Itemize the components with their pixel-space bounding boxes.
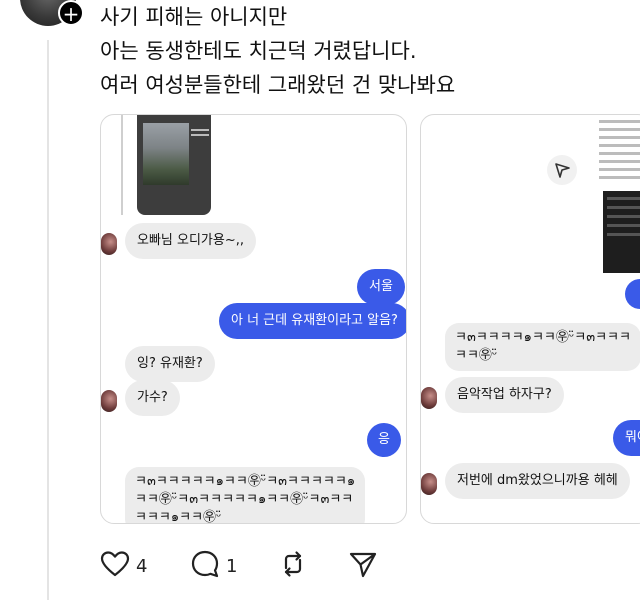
message-bubble-in: 저번에 dm왔었으니까용 헤헤	[445, 463, 630, 499]
message-bubble-out: 응	[367, 423, 401, 457]
like-count: 4	[136, 555, 148, 577]
message-bubble-in: 음악작업 하자구?	[445, 377, 564, 413]
comment-button[interactable]: 1	[190, 550, 237, 582]
message-bubble-in: 잉? 유재환?	[125, 346, 215, 382]
shared-image-preview	[603, 191, 640, 273]
message-line: ㅋ๓ㅋㅋㅋㅋ๑ㅋㅋ㉾ᵕ̈ㅋ๓ㅋㅋㅋ	[455, 330, 631, 345]
shared-post-preview	[599, 115, 640, 195]
message-bubble-out: 뭐여	[613, 420, 640, 456]
heart-icon	[100, 550, 130, 582]
share-button[interactable]	[348, 550, 378, 582]
message-bubble-in: ㅋ๓ㅋㅋㅋㅋㅋ๑ㅋㅋ㉾ᵕ̈ㅋ๓ㅋㅋㅋㅋㅋ๑ ㅋㅋ㉾ᵕ̈ㅋ๓ㅋㅋㅋㅋㅋ๑ㅋㅋ㉾ᵕ̈…	[125, 467, 366, 524]
sender-avatar	[421, 473, 437, 495]
comment-count: 1	[226, 555, 238, 577]
message-line: ㅋㅋㅋ๑ㅋㅋ㉾ᵕ̈	[135, 510, 222, 524]
message-line: ㅋㅋ㉾ᵕ̈	[455, 348, 498, 363]
follow-plus-icon[interactable]: +	[58, 0, 84, 26]
sender-avatar	[101, 390, 117, 412]
message-bubble-in: 오빠님 오디가용~,,	[125, 223, 257, 259]
repost-icon	[278, 549, 308, 583]
attached-image-1[interactable]: 오빠님 오디가용~,, 서울 아 너 근데 유재환이라고 알음? 잉? 유재환?…	[100, 114, 407, 524]
message-bubble-out: 아 너 근데 유재환이라고 알음?	[219, 303, 406, 339]
send-icon	[547, 155, 577, 185]
post-line: 여러 여성분들한테 그래왔던 건 맞나봐요	[100, 73, 456, 97]
sender-avatar	[101, 233, 117, 255]
message-bubble-in: ㅋ๓ㅋㅋㅋㅋ๑ㅋㅋ㉾ᵕ̈ㅋ๓ㅋㅋㅋ ㅋㅋ㉾ᵕ̈	[445, 323, 640, 371]
message-bubble-out-partial	[625, 279, 640, 309]
story-caption	[191, 129, 209, 139]
post-body: 사기 피해는 아니지만 아는 동생한테도 치근덕 거렸답니다. 여러 여성분들한…	[100, 0, 630, 102]
comment-icon	[190, 549, 220, 583]
story-reply-bar	[121, 115, 123, 215]
attached-image-2[interactable]: ㅋ๓ㅋㅋㅋㅋ๑ㅋㅋ㉾ᵕ̈ㅋ๓ㅋㅋㅋ ㅋㅋ㉾ᵕ̈ 음악작업 하자구? 뭐여 저번에…	[420, 114, 640, 524]
thread-line	[47, 40, 49, 600]
message-line: ㅋㅋ㉾ᵕ̈ㅋ๓ㅋㅋㅋㅋㅋ๑ㅋㅋ㉾ᵕ̈ㅋ๓ㅋㅋ	[135, 492, 354, 507]
post-line: 사기 피해는 아니지만	[100, 5, 288, 29]
post-line: 아는 동생한테도 치근덕 거렸답니다.	[100, 39, 417, 63]
message-bubble-in: 가수?	[125, 380, 180, 416]
like-button[interactable]: 4	[100, 550, 147, 582]
post-actions: 4 1	[100, 550, 400, 584]
repost-button[interactable]	[278, 550, 308, 582]
message-line: ㅋ๓ㅋㅋㅋㅋㅋ๑ㅋㅋ㉾ᵕ̈ㅋ๓ㅋㅋㅋㅋㅋ๑	[135, 474, 356, 489]
send-icon	[348, 549, 378, 583]
story-photo	[143, 123, 189, 185]
sender-avatar	[421, 387, 437, 409]
story-preview	[137, 115, 211, 215]
message-bubble-out: 서울	[357, 269, 405, 305]
